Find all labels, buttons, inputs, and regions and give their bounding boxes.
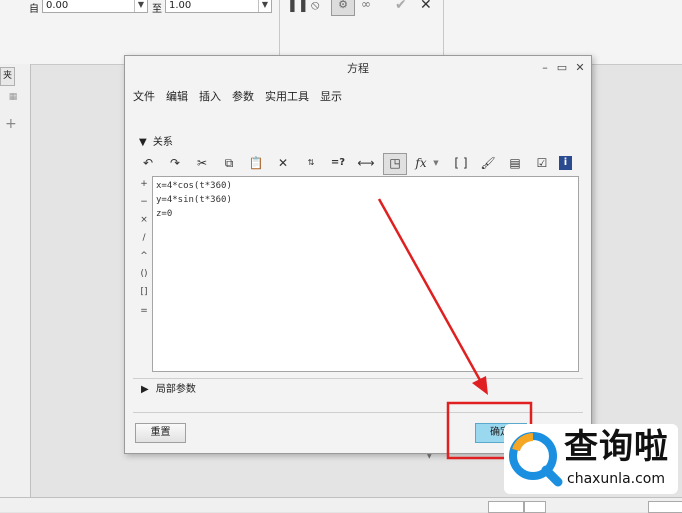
watermark-logo: 查询啦 chaxunla.com [504, 424, 678, 494]
watermark-title: 查询啦 [564, 427, 669, 467]
annotation-arrow-line [377, 198, 483, 383]
watermark-url: chaxunla.com [567, 471, 665, 487]
magnifier-logo-icon [509, 432, 563, 487]
